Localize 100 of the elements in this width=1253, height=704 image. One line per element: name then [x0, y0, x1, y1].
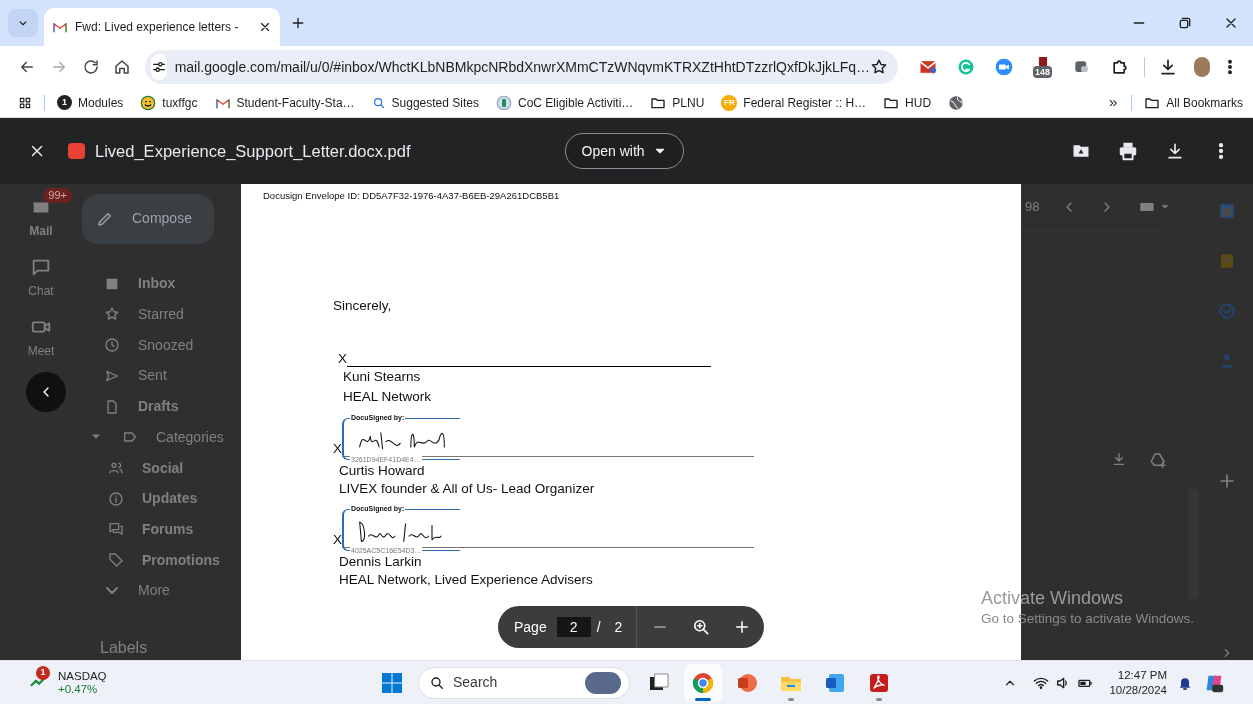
folder-label: Forums	[142, 519, 194, 539]
start-icon[interactable]	[380, 670, 404, 695]
signer-name: Kuni Stearns	[343, 368, 421, 386]
clock-date: 10/28/2024	[1109, 682, 1167, 698]
compose-label: Compose	[132, 209, 192, 229]
bookmark[interactable]: All Bookmarks	[1144, 93, 1243, 112]
bookmark[interactable]: HUD	[883, 93, 932, 112]
signer-name: Dennis Larkin	[339, 553, 422, 571]
unread-badge: 99+	[43, 188, 72, 203]
download-icon[interactable]	[1165, 141, 1185, 161]
file-name: Lived_Experience_Support_Letter.docx.pdf	[95, 140, 411, 162]
bookmark-label: CoC Eligible Activiti…	[517, 94, 634, 112]
folder-label: Categories	[156, 427, 224, 447]
letter-badge: FR	[721, 94, 738, 111]
signer-name: Curtis Howard	[339, 462, 425, 480]
signer-title: HEAL Network, Lived Experience Advisers	[339, 571, 593, 589]
bookmark-label: tuxffgc	[162, 94, 198, 112]
page-number-field[interactable]: 2	[556, 617, 591, 637]
ticker-change: +0.47%	[58, 682, 99, 696]
address-bar[interactable]: mail.google.com/mail/u/0/#inbox/WhctKLbNBMkpcNRbdXnwrXMmCTzWNqvmKTRXZtHhtDTzzrlQxfDkJjkLFq…	[144, 50, 898, 84]
page-separator: /	[596, 617, 601, 637]
home-icon[interactable]	[112, 58, 131, 76]
bookmark-label: Suggested Sites	[391, 94, 479, 112]
caret-icon[interactable]	[92, 434, 100, 440]
chevron-down-icon	[106, 587, 118, 595]
signature-mark: X	[333, 532, 342, 548]
signer-title: LIVEX founder & All of Us- Lead Organizer	[339, 480, 595, 498]
caret-icon[interactable]	[1161, 203, 1170, 211]
bookmark[interactable]: FR Federal Register :: H…	[721, 93, 867, 112]
people-icon	[108, 460, 124, 476]
envelope-id: Docusign Envelope ID: DD5A7F32-1976-4A37-B6EB-29A261DCB5B1	[262, 189, 561, 201]
bookmark[interactable]: 1 Modules	[57, 93, 124, 112]
labels-heading: Labels	[99, 637, 149, 658]
bookmark-label: Modules	[78, 94, 124, 112]
rail-label: Mail	[29, 223, 53, 240]
signature-mark: X	[338, 351, 347, 367]
bookmark[interactable]: CoC Eligible Activiti…	[495, 93, 634, 112]
folder-label: Starred	[138, 304, 184, 324]
search-highlight-image	[585, 671, 621, 694]
video-camera-icon[interactable]	[993, 57, 1014, 77]
apps-icon[interactable]	[18, 95, 32, 110]
profile-avatar[interactable]	[1194, 57, 1211, 77]
signature-mark: X	[333, 441, 342, 457]
folder-label: Social	[142, 458, 184, 478]
rail-label: Meet	[27, 343, 55, 360]
page-total: 2	[614, 617, 623, 637]
clock[interactable]: 12:47 PM 10/28/2024	[1109, 667, 1167, 698]
extension-badge: 148	[1033, 66, 1053, 78]
bookmarks-overflow[interactable]: »	[1108, 91, 1118, 114]
compose-button[interactable]: Compose	[82, 194, 214, 244]
search-icon	[429, 674, 445, 691]
folder-label: Updates	[142, 489, 198, 509]
site-settings-icon[interactable]	[150, 59, 167, 75]
restore-icon[interactable]	[1177, 15, 1193, 31]
star-icon[interactable]	[870, 58, 889, 76]
pdf-file-icon	[68, 143, 85, 159]
site-icon	[495, 94, 512, 111]
search-input[interactable]: Search	[453, 672, 563, 693]
smiley-icon	[140, 94, 157, 111]
bookmark[interactable]: Suggested Sites	[371, 93, 479, 112]
browser-tab[interactable]: Fwd: Lived experience letters -	[44, 8, 280, 46]
number-badge: 1	[57, 95, 72, 110]
page-label: Page	[514, 617, 547, 637]
signer-title: HEAL Network	[343, 388, 432, 406]
bookmark-label: HUD	[905, 94, 932, 112]
bookmark-label: Student-Faculty-Sta…	[236, 94, 355, 112]
tab-title: Fwd: Lived experience letters -	[75, 19, 239, 36]
new-tab-icon[interactable]	[290, 15, 306, 31]
print-icon[interactable]	[1117, 140, 1139, 162]
info-icon	[108, 490, 124, 507]
bookmark-label: PLNU	[672, 94, 705, 112]
folder-label: More	[138, 581, 170, 601]
reload-icon[interactable]	[82, 58, 101, 76]
forum-icon	[108, 521, 124, 538]
chrome-icon	[691, 670, 715, 695]
folder-label: Inbox	[138, 274, 176, 294]
open-with-button[interactable]: Open with	[564, 133, 684, 169]
letter-closing: Sincerely,	[333, 297, 392, 315]
bookmark-label: All Bookmarks	[1166, 94, 1243, 112]
bookmark[interactable]: Student-Faculty-Sta…	[214, 93, 355, 112]
url-text: mail.google.com/mail/u/0/#inbox/WhctKLbNBMkpcNRbdXnwrXMmCTzWNqvmKTRXZtHhtDTzzrlQxfDkJjkLFq…	[174, 57, 871, 77]
bookmark[interactable]: PLNU	[650, 93, 705, 112]
message-count: 98	[1025, 198, 1040, 217]
star-icon	[104, 306, 120, 323]
globe-icon[interactable]	[948, 94, 965, 111]
ticker-name: NASDAQ	[58, 669, 107, 683]
rail-label: Chat	[28, 283, 54, 300]
folder-label: Promotions	[142, 550, 220, 570]
folder-label: Drafts	[138, 397, 179, 417]
drive-add-icon[interactable]	[1149, 451, 1167, 469]
folder-label: Sent	[138, 366, 167, 386]
tag-icon	[108, 552, 124, 569]
bookmark[interactable]: tuxffgc	[140, 93, 198, 112]
clock-icon	[104, 337, 120, 354]
folder-label: Snoozed	[138, 335, 194, 355]
file-icon	[104, 398, 120, 415]
clock-time: 12:47 PM	[1117, 667, 1167, 683]
taskbar-search-box[interactable]: Search	[418, 666, 630, 699]
search-icon	[371, 95, 386, 110]
close-icon[interactable]	[258, 20, 272, 34]
